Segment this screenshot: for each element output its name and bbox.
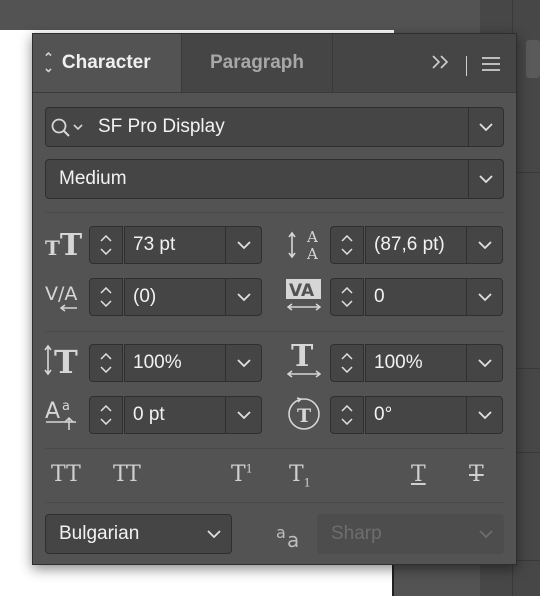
chevron-down-icon[interactable] — [226, 226, 262, 264]
svg-text:a: a — [62, 399, 70, 414]
baseline-shift-stepper[interactable] — [89, 396, 123, 434]
rotation-stepper[interactable] — [330, 396, 364, 434]
antialias-value: Sharp — [331, 523, 382, 544]
panel-tabbar: ⌃ ⌄ Character Paragraph — [33, 34, 516, 93]
font-family-dropdown[interactable]: SF Pro Display — [45, 107, 504, 147]
baseline-shift-input[interactable]: 0 pt — [124, 396, 226, 434]
chevron-down-icon[interactable] — [226, 396, 262, 434]
kerning-icon: V/A — [45, 280, 81, 318]
font-size-input[interactable]: 73 pt — [124, 226, 226, 264]
vertical-scale-stepper[interactable] — [89, 344, 123, 382]
subscript-button[interactable]: T1 — [289, 462, 311, 489]
horizontal-scale-input[interactable]: 100% — [365, 344, 467, 382]
chevron-down-icon[interactable] — [469, 515, 503, 553]
chevron-down-icon[interactable] — [226, 344, 262, 382]
language-value: Bulgarian — [59, 523, 140, 544]
font-size-stepper[interactable] — [89, 226, 123, 264]
chevron-down-icon[interactable] — [467, 344, 503, 382]
rotation-input[interactable]: 0° — [365, 396, 467, 434]
language-dropdown[interactable]: Bulgarian — [45, 514, 232, 554]
chevron-down-icon[interactable] — [467, 396, 503, 434]
font-size-icon: TT — [45, 228, 83, 263]
expand-icon[interactable] — [431, 54, 451, 75]
chevron-down-icon[interactable] — [226, 278, 262, 316]
kerning-stepper[interactable] — [89, 278, 123, 316]
app-topbar — [0, 0, 480, 30]
horizontal-scale-icon: T — [285, 339, 323, 384]
font-style-value: Medium — [59, 168, 127, 189]
svg-text:VA: VA — [289, 281, 315, 301]
dock-handle[interactable] — [526, 40, 540, 78]
font-family-value: SF Pro Display — [98, 116, 225, 137]
antialias-icon: aa — [275, 520, 305, 554]
tab-character-label: Character — [61, 52, 151, 73]
svg-text:V/A: V/A — [45, 283, 77, 305]
chevron-down-icon[interactable] — [468, 108, 503, 146]
tab-paragraph-label: Paragraph — [210, 52, 304, 73]
tab-character[interactable]: ⌃ ⌄ Character — [33, 34, 182, 92]
tracking-input[interactable]: 0 — [365, 278, 467, 316]
tracking-icon: VA — [285, 278, 323, 318]
panel-menu-icon[interactable] — [481, 56, 501, 77]
antialias-dropdown[interactable]: Sharp — [317, 514, 504, 554]
tab-paragraph[interactable]: Paragraph — [182, 34, 333, 92]
kerning-input[interactable]: (0) — [124, 278, 226, 316]
svg-text:A: A — [45, 399, 60, 424]
leading-stepper[interactable] — [330, 226, 364, 264]
horizontal-scale-stepper[interactable] — [330, 344, 364, 382]
character-panel: ⌃ ⌄ Character Paragraph SF Pro Display Me… — [32, 33, 517, 565]
svg-text:a: a — [287, 528, 299, 550]
collapse-arrows-icon[interactable]: ⌃ ⌄ — [43, 51, 54, 74]
leading-icon: AA — [287, 226, 321, 266]
underline-button[interactable]: T — [411, 462, 426, 487]
svg-text:A: A — [306, 245, 318, 262]
leading-input[interactable]: (87,6 pt) — [365, 226, 467, 264]
chevron-down-icon[interactable] — [467, 278, 503, 316]
chevron-down-icon[interactable] — [467, 226, 503, 264]
strikethrough-button[interactable]: T — [469, 462, 484, 487]
svg-text:T: T — [54, 343, 78, 378]
svg-text:A: A — [306, 228, 318, 246]
character-rotation-icon: T — [287, 394, 323, 436]
vertical-scale-icon: T — [43, 342, 81, 382]
svg-text:T: T — [291, 340, 314, 374]
chevron-down-icon[interactable] — [197, 515, 231, 553]
vertical-scale-input[interactable]: 100% — [124, 344, 226, 382]
font-style-dropdown[interactable]: Medium — [45, 159, 504, 199]
search-icon[interactable] — [50, 117, 90, 145]
all-caps-button[interactable]: TT — [51, 462, 81, 487]
tracking-stepper[interactable] — [330, 278, 364, 316]
chevron-down-icon[interactable] — [468, 160, 503, 198]
small-caps-button[interactable]: TT — [113, 462, 141, 487]
svg-text:a: a — [276, 523, 286, 542]
baseline-shift-icon: Aa — [45, 396, 81, 436]
superscript-button[interactable]: T1 — [231, 462, 253, 487]
svg-text:T: T — [297, 405, 311, 427]
